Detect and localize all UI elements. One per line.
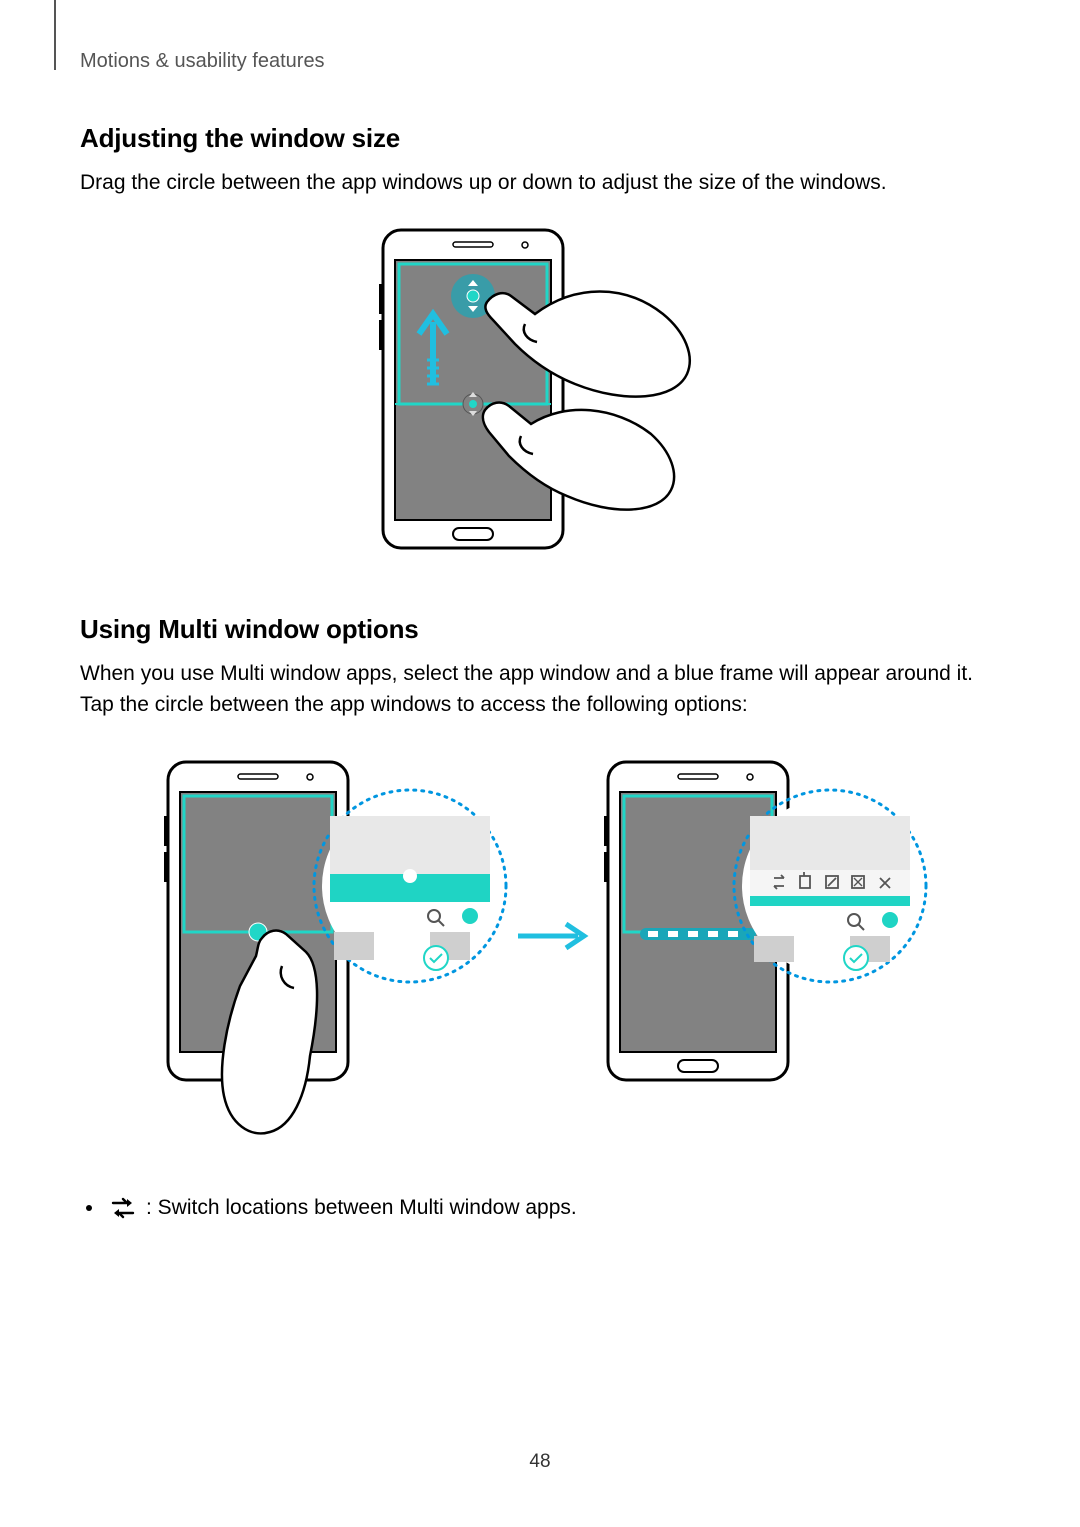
running-header: Motions & usability features [80, 50, 1000, 73]
bullet-dot-icon [86, 1205, 92, 1211]
figure-options-illustration [80, 746, 1000, 1146]
heading-adjust-window: Adjusting the window size [80, 123, 1000, 154]
bullet-switch-text: : Switch locations between Multi window … [146, 1196, 577, 1220]
page-number: 48 [0, 1451, 1080, 1473]
body-adjust-window: Drag the circle between the app windows … [80, 168, 1000, 198]
swap-apps-icon [110, 1197, 136, 1219]
body-multi-window-options: When you use Multi window apps, select t… [80, 659, 1000, 720]
page-body: Motions & usability features Adjusting t… [0, 0, 1080, 1280]
bullet-switch-locations: : Switch locations between Multi window … [80, 1196, 1000, 1220]
header-rule [54, 0, 56, 70]
figure-resize-illustration [80, 224, 1000, 564]
arrow-icon [518, 924, 584, 948]
heading-multi-window-options: Using Multi window options [80, 614, 1000, 645]
